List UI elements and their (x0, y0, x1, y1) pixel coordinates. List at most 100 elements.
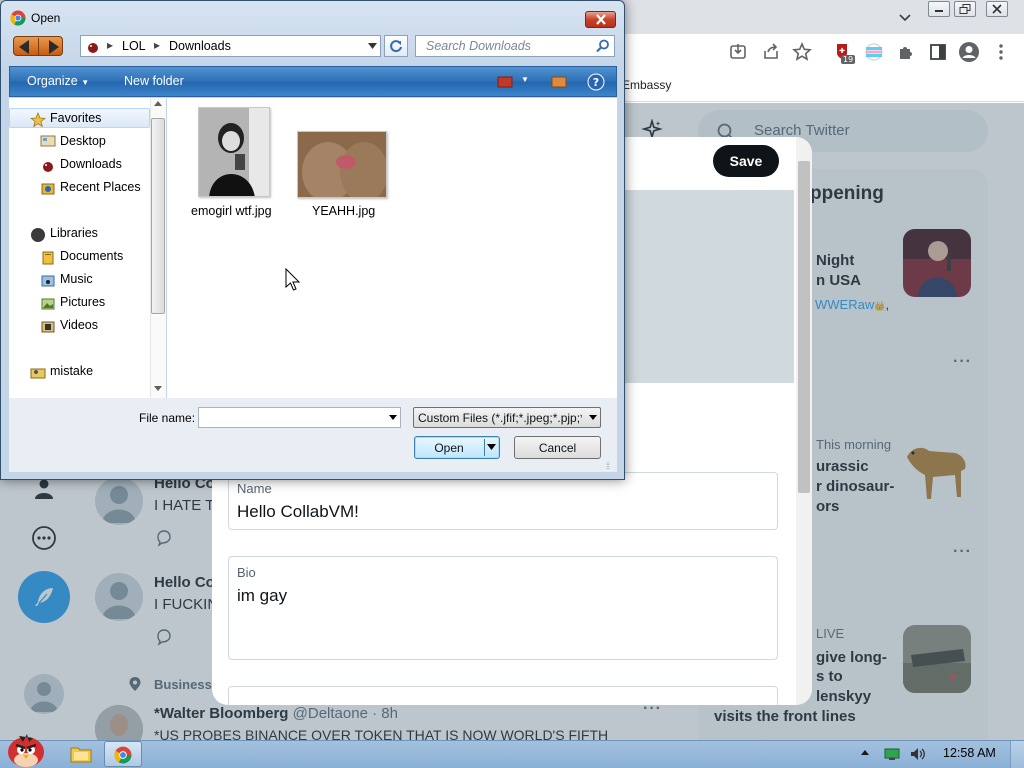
network-icon[interactable] (883, 746, 901, 765)
chevron-down-icon[interactable] (487, 444, 496, 450)
save-button[interactable]: Save (713, 145, 779, 177)
angry-bird-icon (8, 734, 44, 767)
tab-search-chevron-icon[interactable] (897, 9, 913, 25)
documents-icon (42, 251, 54, 265)
nav-documents[interactable]: Documents (42, 249, 123, 265)
chrome-taskbar-button[interactable] (104, 741, 142, 767)
music-icon (41, 275, 55, 287)
file-name-input[interactable] (198, 407, 401, 428)
breadcrumb-separator[interactable]: ▸ (107, 38, 113, 52)
file-type-select[interactable]: Custom Files (*.jfif;*.jpeg;*.pjp;*.jpg;… (413, 407, 601, 428)
file-name-label: File name: (139, 411, 196, 425)
cancel-button[interactable]: Cancel (514, 436, 601, 459)
svg-text:✚: ✚ (839, 47, 845, 55)
preview-pane-icon[interactable] (551, 76, 567, 88)
libraries-icon (31, 228, 45, 242)
scroll-down-icon[interactable] (154, 386, 162, 391)
nav-videos[interactable]: Videos (41, 318, 98, 333)
nav-desktop[interactable]: Desktop (40, 134, 106, 148)
view-dropdown-icon[interactable]: ▼ (521, 75, 529, 84)
chrome-menu-icon[interactable] (990, 41, 1012, 63)
extensions-puzzle-icon[interactable] (895, 41, 917, 63)
chevron-down-icon[interactable] (368, 43, 377, 49)
modal-scrollbar-thumb[interactable] (798, 161, 810, 493)
extension-flag-icon[interactable] (863, 41, 885, 63)
share-icon[interactable] (760, 41, 782, 63)
videos-icon (41, 321, 55, 333)
open-split-divider (484, 439, 485, 456)
nav-downloads[interactable]: Downloads (43, 157, 122, 172)
close-icon (595, 14, 606, 25)
nav-favorites[interactable]: Favorites (30, 111, 101, 128)
new-folder-button[interactable]: New folder (124, 74, 184, 88)
resize-grip-icon[interactable]: ⁞⁞ (606, 461, 610, 471)
file-thumbnail-1[interactable] (198, 107, 270, 197)
address-bar[interactable]: ▸ LOL ▸ Downloads (80, 35, 381, 57)
recent-places-icon (41, 183, 55, 195)
minimize-button[interactable] (928, 1, 950, 17)
nav-libraries[interactable]: Libraries (31, 226, 98, 242)
open-file-dialog: Open ▸ LOL ▸ Downloads Search Downloads … (0, 0, 625, 480)
dialog-close-button[interactable] (585, 11, 616, 28)
close-window-button[interactable] (986, 1, 1008, 17)
chevron-down-icon[interactable] (389, 415, 397, 420)
breadcrumb-separator[interactable]: ▸ (154, 38, 160, 52)
nav-music[interactable]: Music (41, 272, 93, 287)
chrome-logo-icon (114, 746, 132, 764)
file-name-2[interactable]: YEAHH.jpg (312, 204, 375, 218)
install-app-icon[interactable] (727, 41, 749, 63)
downloads-folder-icon (88, 43, 98, 53)
view-options-icon[interactable] (497, 76, 513, 88)
dialog-search-input[interactable]: Search Downloads (415, 35, 615, 57)
show-hidden-icons[interactable] (860, 746, 870, 761)
breadcrumb-lol[interactable]: LOL (122, 39, 146, 53)
search-icon (596, 39, 609, 53)
file-name-1[interactable]: emogirl wtf.jpg (191, 204, 272, 218)
nav-recent-places[interactable]: Recent Places (41, 180, 141, 195)
folder-icon (70, 747, 92, 763)
show-desktop-button[interactable] (1010, 741, 1024, 768)
command-bar: Organize ▼ New folder ▼ ? (9, 66, 617, 97)
back-forward-buttons[interactable] (13, 36, 63, 56)
organize-menu[interactable]: Organize ▼ (27, 74, 89, 88)
scroll-up-icon[interactable] (154, 101, 162, 106)
dialog-title: Open (31, 11, 61, 25)
file-thumbnail-2[interactable] (297, 131, 387, 198)
dialog-search-placeholder: Search Downloads (426, 39, 531, 53)
bio-field[interactable]: Bio im gay (228, 556, 778, 660)
bio-label: Bio (237, 565, 256, 580)
mouse-cursor-icon (285, 267, 301, 295)
chrome-logo-icon (10, 10, 26, 29)
nav-mistake[interactable]: mistake (30, 364, 93, 379)
bookmark-star-icon[interactable] (791, 41, 813, 63)
refresh-icon (390, 40, 402, 53)
taskbar (0, 740, 1024, 768)
open-button[interactable]: Open (414, 436, 500, 459)
pictures-icon (41, 298, 55, 310)
name-field[interactable]: Name Hello CollabVM! (228, 472, 778, 530)
location-field[interactable] (228, 686, 778, 705)
bookmark-embassy[interactable]: Embassy (622, 78, 671, 92)
taskbar-clock[interactable]: 12:58 AM (943, 746, 996, 760)
refresh-button[interactable] (384, 35, 408, 57)
user-folder-icon (30, 368, 46, 379)
profile-avatar-icon[interactable] (958, 41, 980, 63)
volume-icon[interactable] (909, 746, 927, 765)
downloads-icon (43, 162, 53, 172)
chevron-down-icon[interactable] (589, 415, 597, 420)
bio-value[interactable]: im gay (237, 586, 287, 606)
maximize-button[interactable] (954, 1, 976, 17)
extension-badge: 19 (841, 55, 856, 64)
name-value[interactable]: Hello CollabVM! (237, 502, 359, 522)
nav-pictures[interactable]: Pictures (41, 295, 105, 310)
svg-text:?: ? (593, 76, 599, 89)
side-panel-icon[interactable] (927, 41, 949, 63)
help-icon[interactable]: ? (587, 73, 605, 91)
breadcrumb-downloads[interactable]: Downloads (169, 39, 231, 53)
explorer-taskbar-button[interactable] (70, 744, 92, 764)
name-label: Name (237, 481, 272, 496)
nav-pane-scrollbar-thumb[interactable] (151, 118, 165, 314)
desktop-icon (40, 135, 56, 147)
star-icon (30, 112, 46, 128)
start-button[interactable] (3, 730, 49, 768)
